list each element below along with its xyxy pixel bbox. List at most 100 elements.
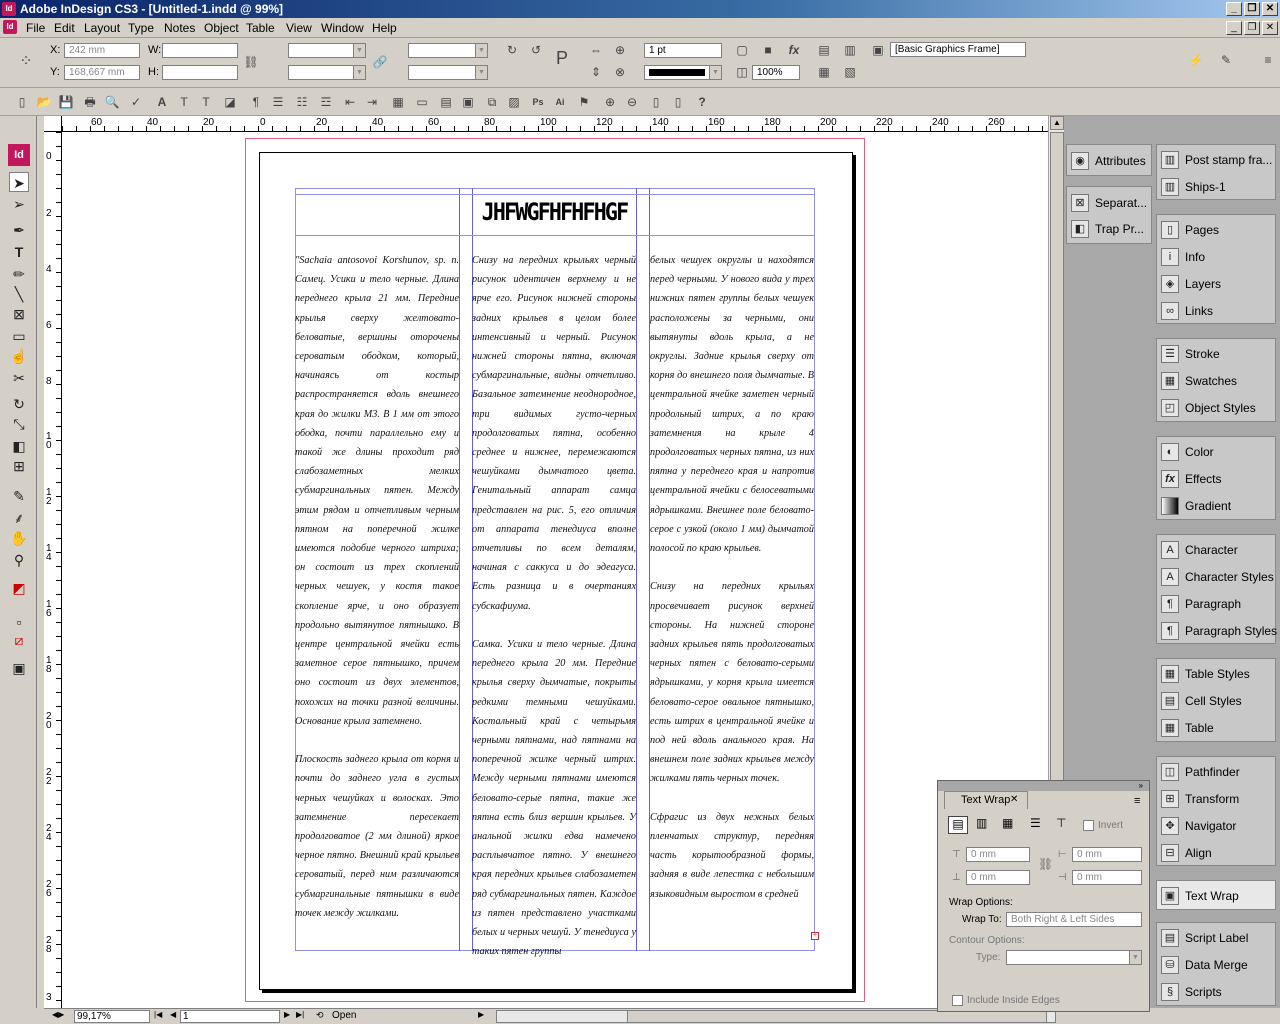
rotate-cw-icon[interactable]: ↻ xyxy=(504,42,520,58)
panel-navigator[interactable]: ✥ Navigator xyxy=(1161,814,1236,838)
line-tool-icon[interactable]: ╲ xyxy=(9,284,29,304)
pen-tool-icon[interactable]: ✒ xyxy=(9,220,29,240)
panel-swatches[interactable]: ▦ Swatches xyxy=(1161,369,1237,393)
button-tool-icon[interactable]: ☝ xyxy=(9,346,29,366)
text-column-3[interactable]: белых чешуек округлы и находятся перед ч… xyxy=(650,251,814,935)
formatting-icon[interactable]: ▫ xyxy=(9,612,29,632)
stroke-type-field[interactable]: ▼ xyxy=(644,65,722,80)
invert-checkbox[interactable] xyxy=(1083,820,1094,831)
ruler-origin[interactable] xyxy=(44,116,62,132)
rotation-field[interactable]: ▼ xyxy=(408,43,488,58)
menu-notes[interactable]: Notes xyxy=(164,21,195,35)
doc-minimize-button[interactable]: _ xyxy=(1226,21,1242,35)
path-icon[interactable]: P xyxy=(554,49,570,67)
panel-paragraph[interactable]: ¶ Paragraph xyxy=(1161,592,1241,616)
type-tool-icon[interactable]: T xyxy=(9,242,29,262)
panel-attributes[interactable]: ◉ Attributes xyxy=(1071,149,1146,173)
scroll-up-button[interactable]: ▲ xyxy=(1050,116,1064,130)
panel-align[interactable]: ⊟ Align xyxy=(1161,841,1212,865)
free-transform-tool-icon[interactable]: ⊞ xyxy=(9,456,29,476)
fill-stroke-icon[interactable]: ◩ xyxy=(9,578,29,598)
bridge-icon[interactable]: ✎ xyxy=(1218,52,1234,68)
apply-none-icon[interactable]: ⧄ xyxy=(9,630,29,650)
minimize-button[interactable]: _ xyxy=(1226,2,1242,16)
panel-menu-icon[interactable]: ≡ xyxy=(1260,52,1276,68)
menu-window[interactable]: Window xyxy=(321,21,364,35)
overset-text-icon[interactable]: + xyxy=(811,932,819,940)
status-menu-icon[interactable]: ▶ xyxy=(478,1010,484,1019)
link-frames-icon[interactable]: ⧉ xyxy=(484,94,500,110)
panel-script-label[interactable]: ▤ Script Label xyxy=(1161,926,1248,950)
y-field[interactable]: 168,667 mm xyxy=(64,65,140,80)
right-offset-field[interactable]: 0 mm xyxy=(1072,870,1142,885)
pencil-tool-icon[interactable]: ✏ xyxy=(9,264,29,284)
panel-cell-styles[interactable]: ▤ Cell Styles xyxy=(1161,689,1242,713)
panel-gradient[interactable]: Gradient xyxy=(1161,494,1231,518)
collapse-icon[interactable]: » xyxy=(938,781,1149,791)
prev-page-icon[interactable]: ◀ xyxy=(170,1010,176,1019)
panel-library-1[interactable]: ▥ Post stamp fra... xyxy=(1161,148,1272,172)
zoom-out-icon[interactable]: ⊖ xyxy=(624,94,640,110)
scale-y-field[interactable]: ▼ xyxy=(288,65,366,80)
wrap-none-icon[interactable]: ▤ xyxy=(816,42,832,58)
doc-close-button[interactable]: ✕ xyxy=(1262,21,1278,35)
stroke-icon[interactable]: ■ xyxy=(760,42,776,58)
menu-edit[interactable]: Edit xyxy=(54,21,75,35)
save-icon[interactable]: 💾 xyxy=(58,94,74,110)
fill-icon[interactable]: ▢ xyxy=(734,42,750,58)
document-canvas[interactable]: JHFWGFHFHFHGF "Sachaia antosovoi Korshun… xyxy=(62,132,1048,1008)
direct-selection-tool-icon[interactable]: ➢ xyxy=(9,194,29,214)
text-frame-icon[interactable]: ▤ xyxy=(438,94,454,110)
select-content-icon[interactable]: ⊗ xyxy=(612,64,628,80)
document-icon[interactable]: Id xyxy=(3,20,17,34)
close-button[interactable]: ✕ xyxy=(1262,2,1278,16)
include-inside-edges-checkbox[interactable] xyxy=(952,995,963,1006)
panel-library-2[interactable]: ▥ Ships-1 xyxy=(1161,175,1226,199)
panel-color[interactable]: ◐ Color xyxy=(1161,440,1214,464)
view-toggle-icon[interactable]: ◀▶ xyxy=(52,1010,72,1023)
scissors-tool-icon[interactable]: ✂ xyxy=(9,368,29,388)
panel-character[interactable]: A Character xyxy=(1161,538,1238,562)
h-field[interactable] xyxy=(162,65,238,80)
menu-layout[interactable]: Layout xyxy=(84,21,120,35)
menu-file[interactable]: File xyxy=(26,21,45,35)
reference-point-icon[interactable]: ⁘ xyxy=(18,54,34,70)
find-icon[interactable]: 🔍 xyxy=(104,94,120,110)
scale-tool-icon[interactable]: ⤡ xyxy=(9,414,29,434)
pilcrow-icon[interactable]: ¶ xyxy=(248,94,264,110)
h-scroll-thumb[interactable] xyxy=(627,1011,1047,1022)
wrap-to-select[interactable]: Both Right & Left Sides xyxy=(1006,912,1142,927)
panel-pathfinder[interactable]: ◫ Pathfinder xyxy=(1161,760,1240,784)
illustrator-icon[interactable]: Ai xyxy=(552,94,568,110)
panel-info[interactable]: i Info xyxy=(1161,245,1205,269)
photoshop-icon[interactable]: Ps xyxy=(530,94,546,110)
chain-icon[interactable]: ⛓ xyxy=(1038,857,1053,871)
top-offset-field[interactable]: 0 mm xyxy=(966,847,1030,862)
last-page-icon[interactable]: ▶| xyxy=(296,1010,304,1019)
shear-field[interactable]: ▼ xyxy=(408,65,488,80)
note-tool-icon[interactable]: ✎ xyxy=(9,486,29,506)
close-icon[interactable]: ✕ xyxy=(1010,794,1018,805)
hand-tool-icon[interactable]: ✋ xyxy=(9,528,29,548)
list-number-icon[interactable]: ☲ xyxy=(318,94,334,110)
indent-icon[interactable]: ⇤ xyxy=(342,94,358,110)
rotate-ccw-icon[interactable]: ↺ xyxy=(528,42,544,58)
help-icon[interactable]: ? xyxy=(694,94,710,110)
panel-trap-presets[interactable]: ◧ Trap Pr... xyxy=(1071,217,1144,241)
object-style-select[interactable]: [Basic Graphics Frame] xyxy=(890,42,1026,57)
contour-type-select[interactable]: ▼ xyxy=(1006,950,1142,965)
scale-x-field[interactable]: ▼ xyxy=(288,43,366,58)
menu-help[interactable]: Help xyxy=(372,21,397,35)
page-field[interactable]: 1 xyxy=(180,1010,280,1023)
panel-effects[interactable]: fx Effects xyxy=(1161,467,1221,491)
panel-stroke[interactable]: ☰ Stroke xyxy=(1161,342,1220,366)
wrap-jump-icon[interactable]: ▧ xyxy=(842,64,858,80)
w-field[interactable] xyxy=(162,43,238,58)
text-small-icon[interactable]: T xyxy=(198,94,214,110)
outdent-icon[interactable]: ⇥ xyxy=(364,94,380,110)
link-icon[interactable]: 🔗 xyxy=(372,54,388,70)
swatch-icon[interactable]: ◪ xyxy=(222,94,238,110)
wrap-object-shape-icon[interactable]: ▦ xyxy=(1002,816,1013,830)
view-mode-icon[interactable]: ▣ xyxy=(9,658,29,678)
fx-icon[interactable]: fx xyxy=(786,42,802,58)
